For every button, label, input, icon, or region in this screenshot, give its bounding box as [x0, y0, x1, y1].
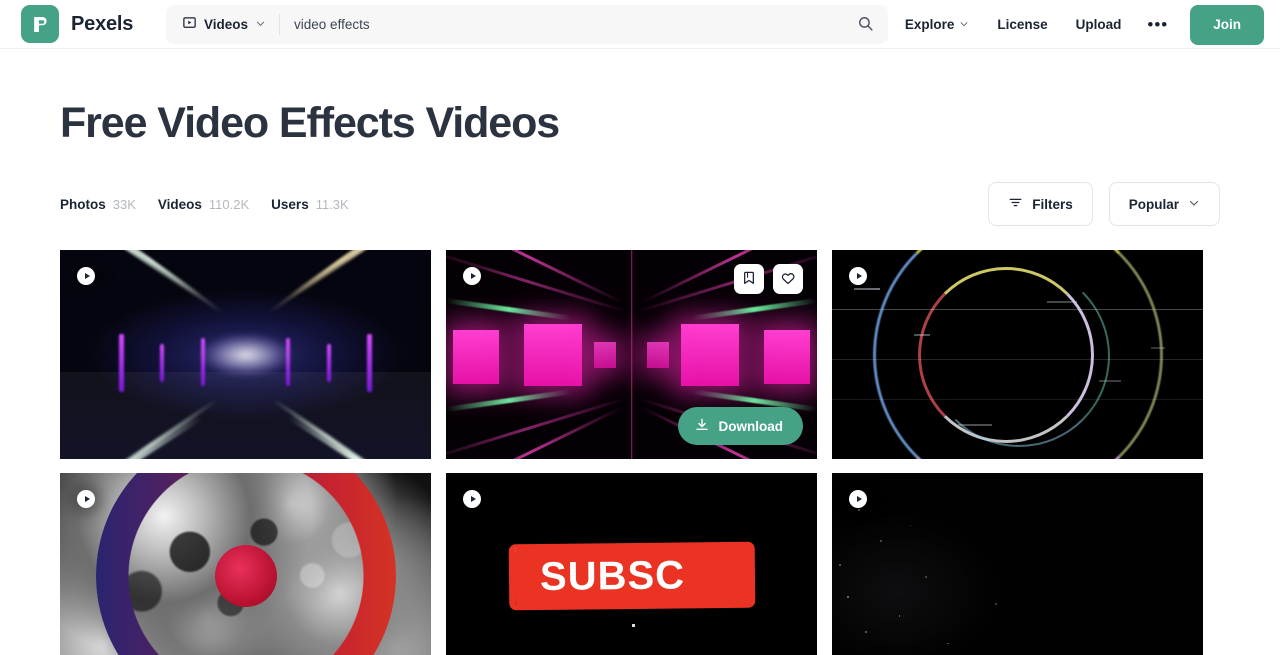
video-thumbnail	[832, 250, 1203, 460]
tab-photos-label: Photos	[60, 196, 106, 212]
thumbnail-art: SUBSC	[446, 473, 817, 655]
search-input[interactable]	[280, 5, 842, 44]
sort-select[interactable]: Popular	[1108, 182, 1220, 227]
tab-videos-label: Videos	[157, 196, 202, 212]
filter-icon	[1008, 195, 1023, 213]
video-square-icon	[182, 15, 197, 35]
video-results-grid: Download SUBSC	[60, 250, 1220, 655]
video-card[interactable]	[60, 250, 431, 460]
search-icon	[857, 15, 874, 35]
page-body: Free Video Effects Videos Photos 33K Vid…	[0, 49, 1280, 655]
tab-users[interactable]: Users 11.3K	[271, 197, 349, 212]
download-button[interactable]: Download	[677, 407, 803, 446]
video-card[interactable]	[832, 250, 1203, 460]
like-button[interactable]	[773, 264, 803, 295]
filters-button[interactable]: Filters	[988, 182, 1093, 227]
thumbnail-art	[832, 473, 1203, 655]
page-title: Free Video Effects Videos	[60, 99, 560, 147]
thumbnail-art	[60, 250, 431, 460]
card-actions	[734, 264, 803, 295]
video-thumbnail	[832, 473, 1203, 655]
ellipsis-icon: •••	[1147, 14, 1169, 34]
download-icon	[694, 417, 710, 436]
sort-label: Popular	[1128, 196, 1179, 212]
join-button[interactable]: Join	[1190, 4, 1264, 45]
nav-item-explore[interactable]: Explore	[891, 17, 984, 32]
search-bar: Videos	[166, 5, 888, 44]
brand-name: Pexels	[71, 12, 134, 35]
nav-item-license[interactable]: License	[983, 17, 1061, 32]
result-type-tabs: Photos 33K Videos 110.2K Users 11.3K	[60, 197, 349, 212]
search-type-label: Videos	[204, 17, 249, 32]
video-card[interactable]	[832, 473, 1203, 655]
pexels-p-logo-icon	[21, 5, 59, 43]
subscribe-text: SUBSC	[539, 552, 685, 599]
results-toolbar: Photos 33K Videos 110.2K Users 11.3K Fil…	[60, 182, 1220, 227]
chevron-down-icon	[255, 16, 266, 34]
video-card[interactable]: SUBSC	[446, 473, 817, 655]
video-thumbnail	[60, 250, 431, 460]
brand-home-link[interactable]: Pexels	[21, 5, 133, 43]
search-submit-button[interactable]	[842, 5, 888, 44]
nav-item-upload[interactable]: Upload	[1062, 17, 1136, 32]
nav-item-explore-label: Explore	[904, 17, 955, 32]
search-type-select[interactable]: Videos	[166, 5, 281, 44]
main-nav: Explore License Upload ••• Join	[891, 0, 1264, 49]
bookmark-icon	[741, 270, 757, 289]
site-header: Pexels Videos video effects Explore Lice…	[0, 0, 1280, 49]
chevron-down-icon	[1188, 197, 1200, 212]
tab-photos[interactable]: Photos 33K	[60, 197, 136, 212]
thumbnail-art	[60, 473, 431, 655]
tab-users-count: 11.3K	[315, 196, 349, 212]
video-card[interactable]	[60, 473, 431, 655]
tab-videos[interactable]: Videos 110.2K	[158, 197, 249, 212]
video-thumbnail	[60, 473, 431, 655]
heart-icon	[780, 270, 796, 289]
nav-item-upload-label: Upload	[1075, 17, 1122, 32]
tab-photos-count: 33K	[112, 196, 136, 212]
filters-label: Filters	[1032, 196, 1073, 212]
results-controls: Filters Popular	[988, 182, 1220, 227]
thumbnail-art	[832, 250, 1203, 460]
more-menu-button[interactable]: •••	[1135, 7, 1180, 43]
video-thumbnail: SUBSC	[446, 473, 817, 655]
tab-users-label: Users	[271, 196, 309, 212]
nav-item-license-label: License	[997, 17, 1048, 32]
chevron-down-icon	[959, 17, 969, 32]
download-label: Download	[718, 418, 784, 434]
video-card[interactable]: Download	[446, 250, 817, 460]
add-to-collection-button[interactable]	[734, 264, 764, 295]
tab-videos-count: 110.2K	[208, 196, 250, 212]
